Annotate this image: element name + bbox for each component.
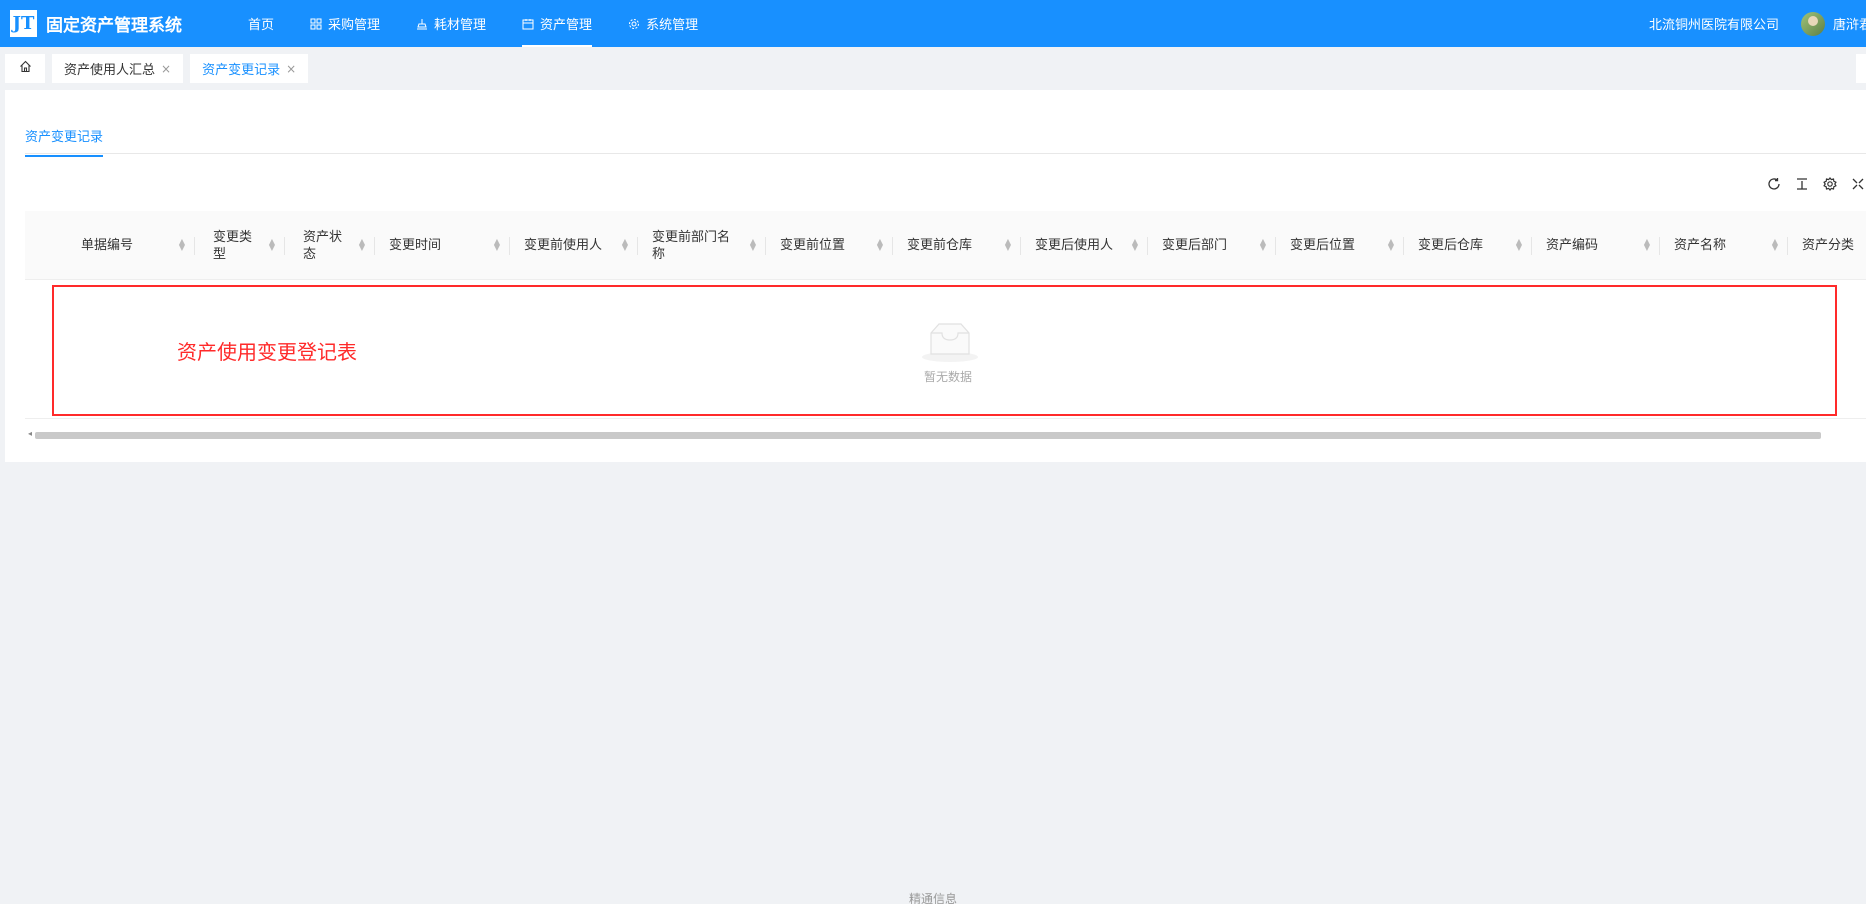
subtab-bar: 资产变更记录 — [25, 90, 1866, 157]
tab-label: 资产使用人汇总 — [64, 63, 156, 78]
logo-mark: JT — [10, 10, 37, 37]
col-header[interactable]: 资产状态 ▲ ▼ — [285, 211, 375, 280]
nav-consumables[interactable]: 耗材管理 — [398, 0, 504, 47]
col-header[interactable]: 变更前仓库 ▲ ▼ — [893, 211, 1021, 280]
sort-icon[interactable]: ▲ ▼ — [269, 238, 275, 252]
col-header[interactable]: 变更后部门 ▲ ▼ — [1148, 211, 1276, 280]
sort-icon[interactable]: ▲ ▼ — [1132, 238, 1138, 252]
refresh-icon[interactable] — [1766, 176, 1782, 192]
tab-home[interactable] — [5, 54, 45, 83]
stamp-icon — [416, 18, 428, 30]
col-header[interactable]: 资产名称 ▲ ▼ — [1660, 211, 1788, 280]
page-tabs: 资产使用人汇总 × 资产变更记录 × — [0, 47, 1866, 90]
sort-icon[interactable]: ▲ ▼ — [494, 238, 500, 252]
sort-icon[interactable]: ▲ ▼ — [750, 238, 756, 252]
header-right: 北流铜州医院有限公司 唐浒君 — [1649, 0, 1866, 47]
table-toolbar — [1766, 176, 1866, 192]
nav-assets[interactable]: 资产管理 — [504, 0, 610, 47]
table-header: 单据编号 ▲ ▼ 变更类型 ▲ ▼ 资产状态 ▲ ▼ 变更时间 ▲ ▼ 变更前使用人 ▲… — [25, 211, 1866, 280]
nav-home-label: 首页 — [248, 18, 275, 33]
col-header[interactable]: 变更后使用人 ▲ ▼ — [1021, 211, 1148, 280]
sort-icon[interactable]: ▲ ▼ — [359, 238, 365, 252]
gear-icon — [628, 18, 640, 30]
close-icon[interactable]: × — [286, 62, 296, 76]
app-title: 固定资产管理系统 — [46, 16, 182, 36]
sort-icon[interactable]: ▲ ▼ — [622, 238, 628, 252]
nav-purchase-label: 采购管理 — [328, 18, 381, 33]
sort-icon[interactable]: ▲ ▼ — [1772, 238, 1778, 252]
sort-icon[interactable]: ▲ ▼ — [1644, 238, 1650, 252]
col-header[interactable]: 单据编号 ▲ ▼ — [67, 211, 195, 280]
grid-icon — [310, 18, 322, 30]
nav-assets-label: 资产管理 — [540, 18, 593, 33]
scroll-left-arrow[interactable]: ◂ — [28, 429, 32, 438]
logo: JT 固定资产管理系统 — [10, 10, 182, 37]
nav-home[interactable]: 首页 — [230, 0, 292, 47]
col-header[interactable]: 变更后位置 ▲ ▼ — [1276, 211, 1404, 280]
nav-system[interactable]: 系统管理 — [610, 0, 716, 47]
tab-asset-user-summary[interactable]: 资产使用人汇总 × — [52, 54, 184, 83]
col-header[interactable]: 变更前部门名称 ▲ ▼ — [638, 211, 766, 280]
calendar-icon — [522, 18, 534, 30]
col-header[interactable]: 资产编码 ▲ ▼ — [1532, 211, 1660, 280]
col-header[interactable]: 变更后仓库 ▲ ▼ — [1404, 211, 1532, 280]
top-navbar: JT 固定资产管理系统 首页 采购管理 耗材管理 资产管理 系统管理 北流铜州医… — [0, 0, 1866, 47]
home-icon — [19, 60, 32, 77]
fullscreen-icon[interactable] — [1850, 176, 1866, 192]
nav-system-label: 系统管理 — [646, 18, 699, 33]
col-header[interactable]: 资产分类 — [1788, 211, 1866, 280]
close-icon[interactable]: × — [161, 62, 171, 76]
username[interactable]: 唐浒君 — [1833, 14, 1866, 33]
sort-icon[interactable]: ▲ ▼ — [1388, 238, 1394, 252]
col-header[interactable]: 变更前使用人 ▲ ▼ — [510, 211, 638, 280]
col-header[interactable]: 变更前位置 ▲ ▼ — [766, 211, 893, 280]
subtab-asset-change-records[interactable]: 资产变更记录 — [25, 126, 104, 157]
sort-icon[interactable]: ▲ ▼ — [1260, 238, 1266, 252]
sort-icon[interactable]: ▲ ▼ — [179, 238, 185, 252]
footer: 精通信息 — [908, 892, 957, 904]
sort-icon[interactable]: ▲ ▼ — [877, 238, 883, 252]
settings-icon[interactable] — [1822, 176, 1838, 192]
nav-purchase[interactable]: 采购管理 — [292, 0, 398, 47]
col-header[interactable]: 变更时间 ▲ ▼ — [375, 211, 510, 280]
org-name: 北流铜州医院有限公司 — [1648, 18, 1779, 33]
horizontal-scrollbar[interactable] — [35, 432, 1821, 439]
column-height-icon[interactable] — [1794, 176, 1810, 192]
tabbar-menu-button[interactable] — [1856, 54, 1866, 83]
nav-consumables-label: 耗材管理 — [434, 18, 487, 33]
avatar[interactable] — [1800, 11, 1825, 36]
tab-label: 资产变更记录 — [202, 63, 281, 78]
tab-asset-change-records[interactable]: 资产变更记录 × — [190, 54, 309, 83]
annotation-label: 资产使用变更登记表 — [177, 340, 357, 364]
col-header[interactable]: 变更类型 ▲ ▼ — [195, 211, 285, 280]
sort-icon[interactable]: ▲ ▼ — [1516, 238, 1522, 252]
main-nav: 首页 采购管理 耗材管理 资产管理 系统管理 — [230, 0, 716, 47]
sort-icon[interactable]: ▲ ▼ — [1005, 238, 1011, 252]
